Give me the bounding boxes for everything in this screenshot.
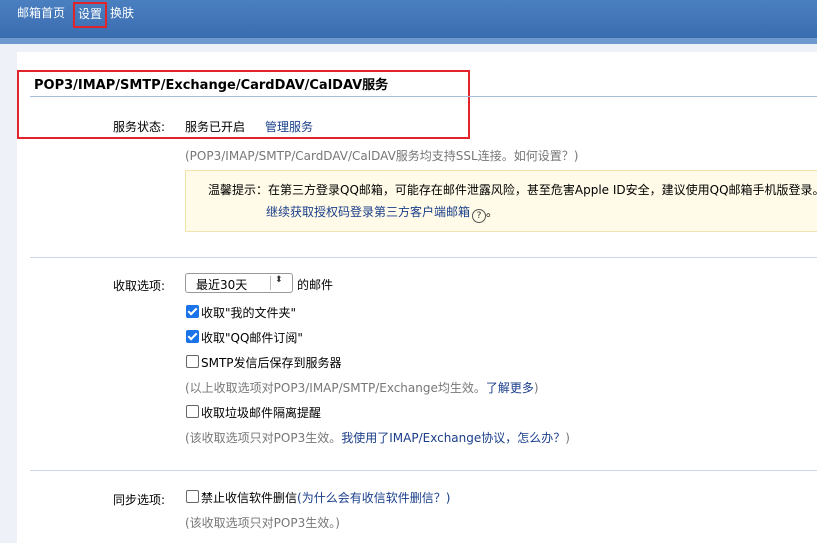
- nav-skin[interactable]: 换肤: [110, 6, 139, 28]
- qq-subscription-checkbox[interactable]: [186, 330, 199, 343]
- receive-range-suffix: 的邮件: [297, 278, 334, 292]
- warning-box: 温馨提示：在第三方登录QQ邮箱，可能存在邮件泄露风险，甚至危害Apple ID安…: [185, 170, 817, 232]
- service-status-value: 服务已开启: [185, 120, 246, 134]
- manage-service-link[interactable]: 管理服务: [265, 118, 313, 135]
- updown-arrow-icon: ⬍: [275, 275, 283, 285]
- no-delete-text[interactable]: 禁止收信软件删信: [201, 491, 297, 505]
- receive-hint-2: (该收取选项只对POP3生效。我使用了IMAP/Exchange协议，怎么办？): [185, 429, 570, 446]
- why-delete-link[interactable]: (为什么会有收信软件删信？): [297, 491, 450, 505]
- section-title: POP3/IMAP/SMTP/Exchange/CardDAV/CalDAV服务: [34, 78, 389, 93]
- receive-hint-1-end: ): [533, 381, 539, 395]
- top-bar: 邮箱首页 设置 换肤: [0, 0, 817, 38]
- receive-hint-1: (以上收取选项对POP3/IMAP/SMTP/Exchange均生效。了解更多): [185, 379, 539, 396]
- service-status-label: 服务状态:: [112, 120, 165, 134]
- receive-range-select[interactable]: 最近30天 ⬍: [185, 273, 293, 293]
- help-circle-icon[interactable]: ?: [472, 209, 487, 223]
- smtp-save-checkbox[interactable]: [186, 355, 199, 368]
- spam-reminder-checkbox[interactable]: [186, 405, 199, 418]
- receive-hint-1-text: (以上收取选项对POP3/IMAP/SMTP/Exchange均生效。: [185, 381, 486, 395]
- sync-hint: (该收取选项只对POP3生效。): [185, 516, 340, 530]
- nav-mailbox-home[interactable]: 邮箱首页: [17, 6, 70, 28]
- select-separator: [270, 276, 271, 290]
- divider-2: [30, 470, 817, 471]
- qq-subscription-label[interactable]: 收取"QQ邮件订阅": [201, 329, 303, 346]
- settings-panel: POP3/IMAP/SMTP/Exchange/CardDAV/CalDAV服务…: [17, 52, 817, 543]
- warning-link-line: 继续获取授权码登录第三方客户端邮箱?。: [266, 205, 499, 223]
- no-delete-checkbox[interactable]: [186, 490, 199, 503]
- top-nav: 邮箱首页 设置 换肤: [17, 2, 142, 28]
- spam-reminder-label[interactable]: 收取垃圾邮件隔离提醒: [201, 404, 321, 421]
- nav-settings[interactable]: 设置: [73, 2, 108, 28]
- title-divider: [30, 96, 817, 97]
- sync-options-label: 同步选项:: [112, 493, 165, 507]
- my-folder-checkbox[interactable]: [186, 305, 199, 318]
- imap-exchange-help-link[interactable]: 我使用了IMAP/Exchange协议，怎么办？: [341, 431, 565, 445]
- receive-hint-2-end: ): [565, 431, 570, 445]
- ssl-hint[interactable]: (POP3/IMAP/SMTP/CardDAV/CalDAV服务均支持SSL连接…: [185, 147, 578, 164]
- learn-more-link[interactable]: 了解更多: [486, 381, 534, 395]
- divider-1: [30, 257, 817, 258]
- receive-options-label: 收取选项:: [112, 279, 165, 293]
- smtp-save-label[interactable]: SMTP发信后保存到服务器: [201, 354, 342, 371]
- my-folder-label[interactable]: 收取"我的文件夹": [201, 304, 296, 321]
- sub-bar: [0, 38, 817, 44]
- no-delete-label: 禁止收信软件删信(为什么会有收信软件删信？): [201, 489, 450, 506]
- warning-text: 温馨提示：在第三方登录QQ邮箱，可能存在邮件泄露风险，甚至危害Apple ID安…: [208, 183, 817, 197]
- receive-hint-2-text: (该收取选项只对POP3生效。: [185, 431, 342, 445]
- get-auth-code-link[interactable]: 继续获取授权码登录第三方客户端邮箱: [266, 205, 470, 219]
- receive-range-value: 最近30天: [196, 278, 248, 292]
